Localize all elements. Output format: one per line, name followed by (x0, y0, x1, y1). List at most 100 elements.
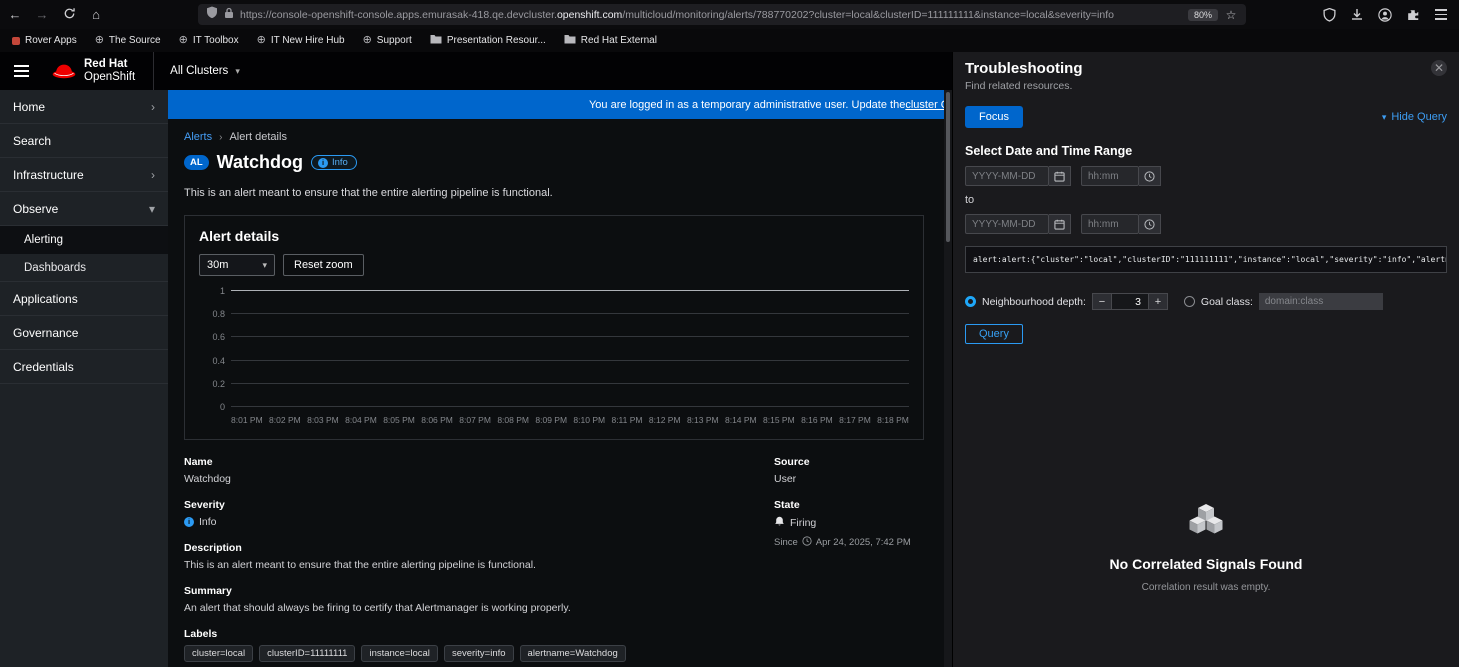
bookmark-star-icon[interactable]: ☆ (1224, 8, 1238, 22)
field-label: Labels (184, 628, 774, 640)
sidebar-nav: Home › Search Infrastructure › Observe▾ Al… (0, 90, 168, 667)
empty-state: No Correlated Signals Found Correlation … (953, 504, 1459, 593)
bookmark-it-new-hire-hub[interactable]: ⊕ IT New Hire Hub (257, 35, 345, 46)
start-time-input[interactable] (1081, 166, 1139, 186)
bookmark-label: Red Hat External (581, 35, 657, 46)
scrollbar-thumb[interactable] (946, 92, 950, 242)
depth-value[interactable]: 3 (1112, 293, 1148, 310)
cluster-selector[interactable]: All Clusters ▾ (170, 65, 240, 77)
sidebar-item-label: Credentials (13, 360, 74, 374)
bookmark-support[interactable]: ⊕ Support (363, 35, 412, 46)
toolbar-right-icons (1321, 7, 1451, 23)
label-chip: severity=info (444, 645, 514, 662)
sidebar-item-governance[interactable]: Governance (0, 316, 168, 350)
sidebar-item-label: Dashboards (24, 262, 86, 274)
extensions-icon[interactable] (1405, 7, 1421, 23)
start-date-input[interactable] (965, 166, 1049, 186)
caret-down-icon: ▾ (235, 66, 240, 77)
correlation-query-input[interactable]: alert:alert:{"cluster":"local","clusterI… (965, 246, 1447, 273)
url-path: /multicloud/monitoring/alerts/788770202?… (622, 9, 1114, 21)
reload-icon[interactable] (62, 7, 76, 23)
panel-title: Troubleshooting (965, 60, 1083, 77)
sidebar-item-infrastructure[interactable]: Infrastructure › (0, 158, 168, 192)
field-name: Name Watchdog (184, 456, 774, 485)
sidebar-item-label: Home (13, 100, 45, 114)
sidebar-item-home[interactable]: Home › (0, 90, 168, 124)
forward-icon[interactable]: → (35, 7, 49, 22)
clock-icon[interactable] (1139, 214, 1161, 234)
brand-line-1: Red Hat (84, 58, 135, 71)
depth-increment-button[interactable]: + (1148, 293, 1168, 310)
focus-button[interactable]: Focus (965, 106, 1023, 128)
folder-icon (564, 34, 576, 47)
calendar-icon[interactable] (1049, 214, 1071, 234)
reset-zoom-button[interactable]: Reset zoom (283, 254, 364, 276)
account-icon[interactable] (1377, 7, 1393, 23)
globe-icon: ⊕ (363, 35, 372, 46)
bookmark-label: Support (377, 35, 412, 46)
bookmark-rover-apps[interactable]: Rover Apps (12, 35, 77, 46)
sidebar-item-applications[interactable]: Applications (0, 282, 168, 316)
hide-query-toggle[interactable]: ▾ Hide Query (1382, 111, 1447, 123)
chevron-right-icon: › (151, 100, 155, 114)
tracking-shield-icon[interactable] (206, 6, 218, 24)
sidebar-item-observe[interactable]: Observe▾ (0, 192, 168, 226)
url-bar[interactable]: https://console-openshift-console.apps.e… (198, 4, 1246, 25)
field-label: Description (184, 542, 774, 554)
browser-toolbar: ← → ⌂ https://console-openshift-console.… (0, 0, 1459, 29)
end-date-input[interactable] (965, 214, 1049, 234)
close-icon[interactable]: ✕ (1431, 60, 1447, 76)
bookmark-label: Presentation Resour... (447, 35, 546, 46)
empty-state-title: No Correlated Signals Found (953, 556, 1459, 572)
field-value: Watchdog (184, 473, 774, 485)
url-domain: openshift.com (557, 9, 622, 21)
depth-decrement-button[interactable]: − (1092, 293, 1112, 310)
bookmark-label: IT New Hire Hub (271, 35, 345, 46)
neighbourhood-depth-radio[interactable] (965, 296, 976, 307)
time-range-select[interactable]: 30m ▾ (199, 254, 275, 276)
bookmark-the-source[interactable]: ⊕The Source (95, 35, 161, 46)
sidebar-item-dashboards[interactable]: Dashboards (0, 254, 168, 282)
chevron-right-icon: › (151, 168, 155, 182)
back-icon[interactable]: ← (8, 7, 22, 22)
calendar-icon[interactable] (1049, 166, 1071, 186)
chevron-down-icon: ▾ (149, 202, 155, 216)
bookmark-label: Rover Apps (25, 35, 77, 46)
url-prefix: https://console-openshift-console.apps.e… (240, 9, 557, 21)
breadcrumb-separator: › (219, 132, 222, 143)
main-content: You are logged in as a temporary adminis… (168, 90, 952, 667)
bookmark-presentation-resources[interactable]: Presentation Resour... (430, 34, 546, 47)
sidebar-item-alerting[interactable]: Alerting (0, 226, 168, 254)
sidebar-item-label: Governance (13, 326, 78, 340)
bookmark-label: The Source (109, 35, 161, 46)
globe-icon: ⊕ (257, 35, 266, 46)
permissions-shield-icon[interactable] (1321, 7, 1337, 23)
sidebar-item-label: Infrastructure (13, 168, 84, 182)
field-value: Firing (790, 517, 816, 529)
end-time-input[interactable] (1081, 214, 1139, 234)
sidebar-item-search[interactable]: Search (0, 124, 168, 158)
home-icon[interactable]: ⌂ (89, 7, 103, 22)
app-menu-icon[interactable] (1433, 7, 1449, 23)
sidebar-item-credentials[interactable]: Credentials (0, 350, 168, 384)
bookmark-it-toolbox[interactable]: ⊕IT Toolbox (179, 35, 239, 46)
goal-class-radio[interactable] (1184, 296, 1195, 307)
to-label: to (965, 194, 1447, 206)
downloads-icon[interactable] (1349, 7, 1365, 23)
main-scrollbar[interactable] (944, 90, 952, 667)
nav-toggle-icon[interactable] (14, 65, 29, 78)
field-value: This is an alert meant to ensure that th… (184, 559, 774, 571)
field-value: Info (199, 516, 217, 528)
clock-icon[interactable] (1139, 166, 1161, 186)
lock-icon[interactable] (224, 6, 234, 24)
brand-line-2: OpenShift (84, 71, 135, 83)
zoom-level-badge[interactable]: 80% (1188, 9, 1218, 21)
bookmark-red-hat-external[interactable]: Red Hat External (564, 34, 657, 47)
field-summary: Summary An alert that should always be f… (184, 585, 774, 614)
breadcrumb-alerts-link[interactable]: Alerts (184, 131, 212, 143)
bell-icon (774, 516, 785, 530)
chart-grid: 10.80.60.40.20 (231, 290, 909, 406)
goal-class-input[interactable] (1259, 293, 1383, 310)
field-label: Summary (184, 585, 774, 597)
query-button[interactable]: Query (965, 324, 1023, 344)
